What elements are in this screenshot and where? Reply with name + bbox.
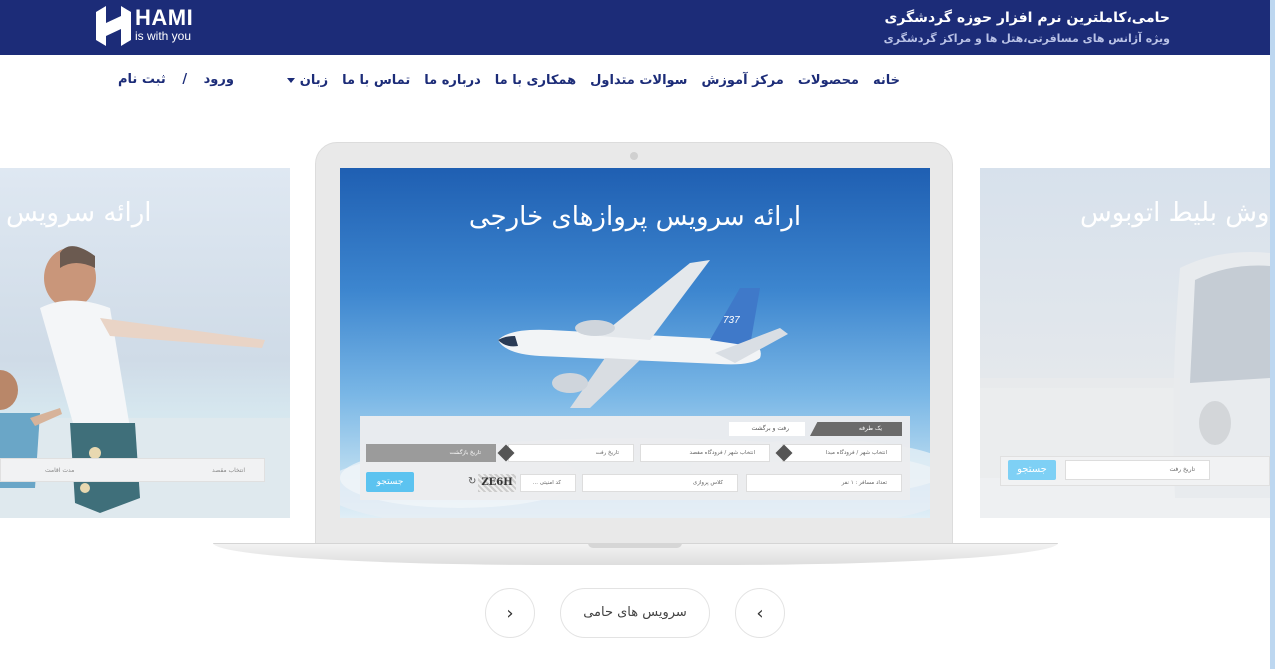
captcha-image: ZE6H [478, 474, 516, 492]
return-date-field[interactable]: تاریخ بازگشت [366, 444, 496, 462]
slide-left-preview[interactable]: ارائه سرویس انتخاب مقصد مدت اقامت [0, 168, 290, 518]
left-destination-field[interactable]: انتخاب مقصد [212, 467, 245, 474]
depart-date-field[interactable]: تاریخ رفت [508, 444, 634, 462]
passengers-field[interactable]: تعداد مسافر : ۱ نفر [746, 474, 902, 492]
logo-name: HAMI [135, 5, 194, 30]
register-link[interactable]: ثبت نام [118, 72, 166, 87]
language-label: زبان [299, 72, 329, 88]
tab-roundtrip[interactable]: رفت و برگشت [729, 422, 805, 436]
scrollbar[interactable] [1270, 0, 1275, 669]
class-select[interactable]: کلاس پروازی [582, 474, 738, 492]
slide-active[interactable]: 737 ارائه سرویس پروازهای خارجی یک طرفه ر… [340, 168, 930, 518]
header-subline: ویژه آژانس های مسافرتی،هتل ها و مراکز گر… [883, 32, 1170, 45]
right-slide-title: وش بلیط اتوبوس [1080, 198, 1270, 228]
top-header-bar: HAMI is with you حامی،کاملترین نرم افزار… [0, 0, 1270, 55]
flight-search-panel: یک طرفه رفت و برگشت انتخاب شهر / فرودگاه… [360, 416, 910, 500]
left-stay-field[interactable]: مدت اقامت [45, 467, 74, 474]
svg-text:737: 737 [723, 315, 740, 326]
refresh-icon[interactable]: ↻ [468, 476, 476, 487]
nav-item-products[interactable]: محصولات [798, 73, 859, 88]
captcha-input[interactable]: کد امنیتی ... [520, 474, 576, 492]
chevron-right-icon: › [506, 602, 514, 624]
flight-search-button[interactable]: جستجو [366, 472, 414, 492]
camera-dot [630, 152, 638, 160]
left-slide-title: ارائه سرویس [6, 198, 152, 228]
nav-item-language[interactable]: زبان [286, 72, 329, 88]
carousel-prev-button[interactable]: › [485, 588, 535, 638]
header-tagline: حامی،کاملترین نرم افزار حوزه گردشگری ویژ… [884, 8, 1170, 48]
right-date-field[interactable]: تاریخ رفت [1065, 460, 1210, 480]
carousel-next-button[interactable]: ‹ [735, 588, 785, 638]
origin-field[interactable]: انتخاب شهر / فرودگاه مبدا [782, 444, 902, 462]
destination-field[interactable]: انتخاب شهر / فرودگاه مقصد [640, 444, 770, 462]
auth-links: ورود / ثبت نام [106, 72, 234, 87]
tab-oneway[interactable]: یک طرفه [810, 422, 902, 436]
right-slide-search-button[interactable]: جستجو [1008, 460, 1056, 480]
laptop-notch [588, 543, 682, 548]
logo[interactable]: HAMI is with you [96, 6, 193, 46]
logo-tagline: is with you [135, 29, 192, 43]
nav-item-about[interactable]: درباره ما [424, 73, 481, 88]
nav-item-training[interactable]: مرکز آموزش [701, 73, 783, 88]
page: HAMI is with you حامی،کاملترین نرم افزار… [0, 0, 1275, 669]
header-headline: حامی،کاملترین نرم افزار حوزه گردشگری [884, 10, 1171, 26]
auth-separator: / [182, 72, 188, 87]
nav-item-contact[interactable]: تماس با ما [342, 73, 410, 88]
nav-item-cooperation[interactable]: همکاری با ما [495, 73, 576, 88]
caret-down-icon [286, 77, 295, 83]
chevron-left-icon: ‹ [756, 602, 764, 624]
logo-mark-icon [96, 6, 131, 46]
nav-item-faq[interactable]: سوالات متداول [590, 73, 687, 88]
main-nav: خانه محصولات مرکز آموزش سوالات متداول هم… [286, 68, 900, 92]
slide-right-preview[interactable]: وش بلیط اتوبوس جستجو تاریخ رفت [980, 168, 1270, 518]
carousel-label[interactable]: سرویس های حامی [560, 588, 710, 638]
login-link[interactable]: ورود [204, 72, 234, 87]
active-slide-title: ارائه سرویس پروازهای خارجی [468, 202, 802, 232]
nav-item-home[interactable]: خانه [873, 73, 900, 88]
